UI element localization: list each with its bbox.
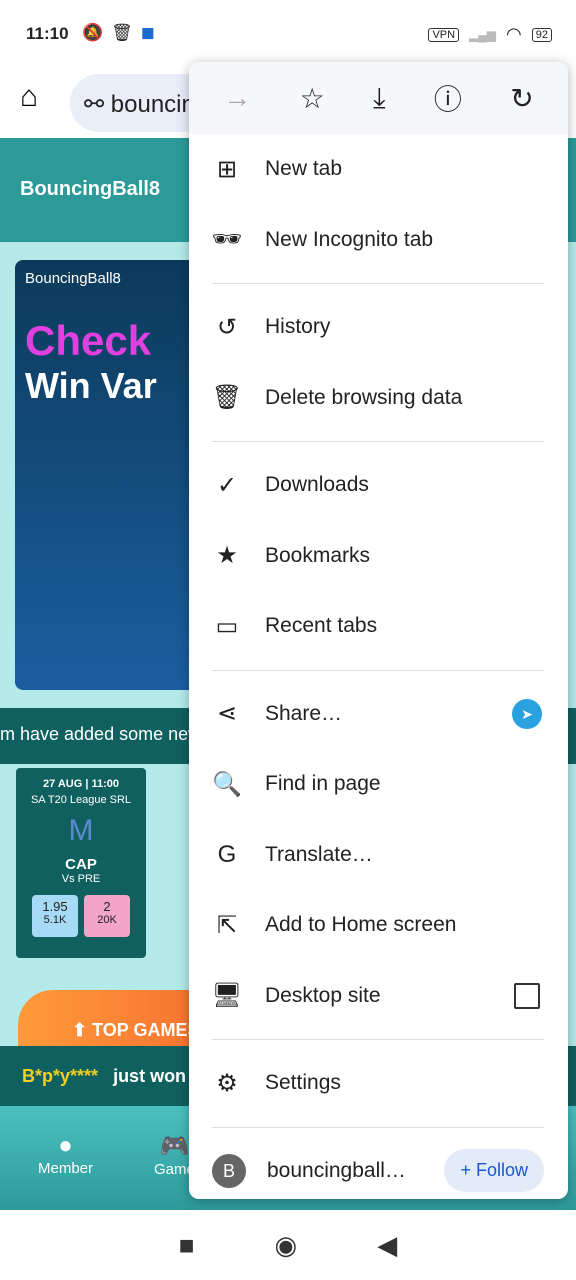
info-icon[interactable]: ⓘ	[434, 78, 462, 118]
menu-action-bar: → ☆ ⤓ ⓘ ↻	[189, 62, 568, 134]
menu-item-label: Add to Home screen	[265, 913, 457, 937]
menu-item-label: Desktop site	[265, 983, 381, 1007]
translate-icon: G	[217, 840, 237, 868]
trash-icon: 🗑	[211, 384, 243, 412]
menu-item-label: New tab	[265, 157, 343, 181]
nav-label: Member	[38, 1160, 94, 1177]
menu-item-downloads[interactable]: ✓ Downloads	[189, 450, 568, 521]
home-icon[interactable]: ⌂	[20, 80, 38, 114]
menu-divider	[212, 1039, 544, 1040]
team-name: CAP	[65, 856, 97, 873]
odd-volume: 5.1K	[43, 914, 67, 926]
menu-item-label: Translate…	[265, 842, 373, 866]
menu-item-settings[interactable]: ⚙ Settings	[189, 1048, 568, 1119]
menu-item-label: Settings	[265, 1071, 341, 1095]
download-icon[interactable]: ⤓	[373, 82, 385, 115]
share-icon: ⋖	[216, 700, 238, 728]
site-settings-icon[interactable]: ⚯	[84, 91, 111, 118]
menu-item-label: History	[265, 315, 331, 339]
clock: 11:10	[26, 24, 69, 43]
banner-title: Check	[25, 317, 152, 364]
menu-item-find-in-page[interactable]: 🔍 Find in page	[189, 749, 568, 820]
home-button[interactable]: ◉	[275, 1230, 298, 1261]
brand-logo[interactable]: BouncingBall8	[20, 178, 160, 200]
site-name: bouncingball…	[267, 1158, 406, 1182]
winner-text: just won	[113, 1066, 187, 1086]
settings-icon: ⚙	[216, 1069, 238, 1097]
menu-item-bookmarks[interactable]: ★ Bookmarks	[189, 521, 568, 592]
menu-item-add-to-home-screen[interactable]: ⇱ Add to Home screen	[189, 890, 568, 961]
back-button[interactable]: ◀	[377, 1230, 397, 1261]
menu-divider	[212, 669, 544, 671]
menu-item-delete-browsing-data[interactable]: 🗑 Delete browsing data	[189, 363, 568, 434]
top-games-label: TOP GAMES	[92, 1020, 200, 1040]
downloads-icon: ✓	[216, 471, 238, 499]
menu-item-label: Downloads	[265, 473, 369, 497]
status-bar: 11:10 🔕 🗑 ◼ VPN ▂▄▆ ◠ 92	[0, 0, 576, 66]
menu-item-label: Share…	[265, 701, 343, 725]
promo-banner[interactable]: BouncingBall8 Check Win Var	[15, 260, 205, 690]
vpn-app-icon: ◼	[140, 23, 155, 42]
url-text: bouncin	[110, 91, 195, 118]
incognito-icon: 🕶	[211, 226, 243, 254]
follow-button[interactable]: + Follow	[444, 1149, 544, 1192]
vpn-badge: VPN	[428, 27, 460, 42]
menu-item-translate[interactable]: G Translate…	[189, 820, 568, 891]
menu-divider	[212, 283, 544, 284]
browser-menu: → ☆ ⤓ ⓘ ↻ ⊞ New tab 🕶 New Incognito tab ↺ His…	[189, 62, 568, 1199]
menu-item-desktop-site[interactable]: 🖥 Desktop site	[189, 961, 568, 1032]
person-icon: ●	[58, 1132, 73, 1159]
odd-volume: 20K	[97, 914, 117, 926]
menu-item-recent-tabs[interactable]: ▭ Recent tabs	[189, 591, 568, 662]
system-nav: ■ ◉ ◀	[0, 1210, 576, 1280]
forward-icon[interactable]: →	[223, 82, 251, 114]
bell-off-icon: 🔕	[82, 23, 104, 42]
bookmarks-icon: ★	[216, 542, 238, 570]
desktop-site-checkbox[interactable]	[514, 982, 540, 1009]
odds-back[interactable]: 1.95 5.1K	[32, 895, 78, 937]
nav-member[interactable]: ● Member	[38, 1132, 93, 1177]
banner-subtitle: Win Var	[25, 365, 157, 406]
wifi-icon: ◠	[506, 24, 522, 44]
menu-item-new-incognito-tab[interactable]: 🕶 New Incognito tab	[189, 205, 568, 276]
trash-icon: 🗑	[111, 23, 133, 42]
history-icon: ↺	[216, 313, 238, 341]
reload-icon[interactable]: ↻	[510, 82, 533, 115]
menu-item-history[interactable]: ↺ History	[189, 292, 568, 363]
menu-item-label: Delete browsing data	[265, 385, 463, 409]
menu-divider	[212, 441, 544, 442]
devices-icon: ▭	[215, 612, 239, 640]
menu-item-label: Recent tabs	[265, 614, 378, 638]
recents-button[interactable]: ■	[179, 1230, 195, 1261]
match-league: SA T20 League SRL	[30, 794, 132, 806]
match-card[interactable]: 27 AUG | 11:00 SA T20 League SRL M CAP V…	[16, 768, 146, 958]
odd-value: 1.95	[42, 899, 68, 914]
odd-value: 2	[103, 899, 111, 914]
menu-item-share[interactable]: ⋖ Share… ➤	[189, 679, 568, 750]
winner-name: B*p*y****	[22, 1066, 99, 1086]
menu-item-label: Bookmarks	[265, 543, 371, 567]
bookmark-star-icon[interactable]: ☆	[300, 82, 325, 115]
team-logo: M	[68, 814, 94, 847]
menu-item-label: Find in page	[265, 772, 381, 796]
site-avatar: B	[212, 1153, 246, 1188]
match-date: 27 AUG | 11:00	[42, 778, 120, 790]
menu-item-new-tab[interactable]: ⊞ New tab	[189, 134, 568, 205]
add-home-icon: ⇱	[216, 911, 238, 939]
signal-icon: ▂▄▆	[469, 27, 497, 42]
site-follow-row[interactable]: B bouncingball… + Follow	[189, 1128, 568, 1200]
new-tab-icon: ⊞	[216, 155, 238, 183]
opponent: Vs PRE	[61, 873, 101, 885]
battery-icon: 92	[531, 27, 552, 42]
telegram-icon[interactable]: ➤	[512, 698, 542, 729]
banner-brand: BouncingBall8	[25, 270, 121, 287]
odds-lay[interactable]: 2 20K	[84, 895, 130, 937]
find-icon: 🔍	[212, 770, 242, 798]
menu-item-label: New Incognito tab	[265, 227, 434, 251]
desktop-icon: 🖥	[211, 982, 243, 1010]
